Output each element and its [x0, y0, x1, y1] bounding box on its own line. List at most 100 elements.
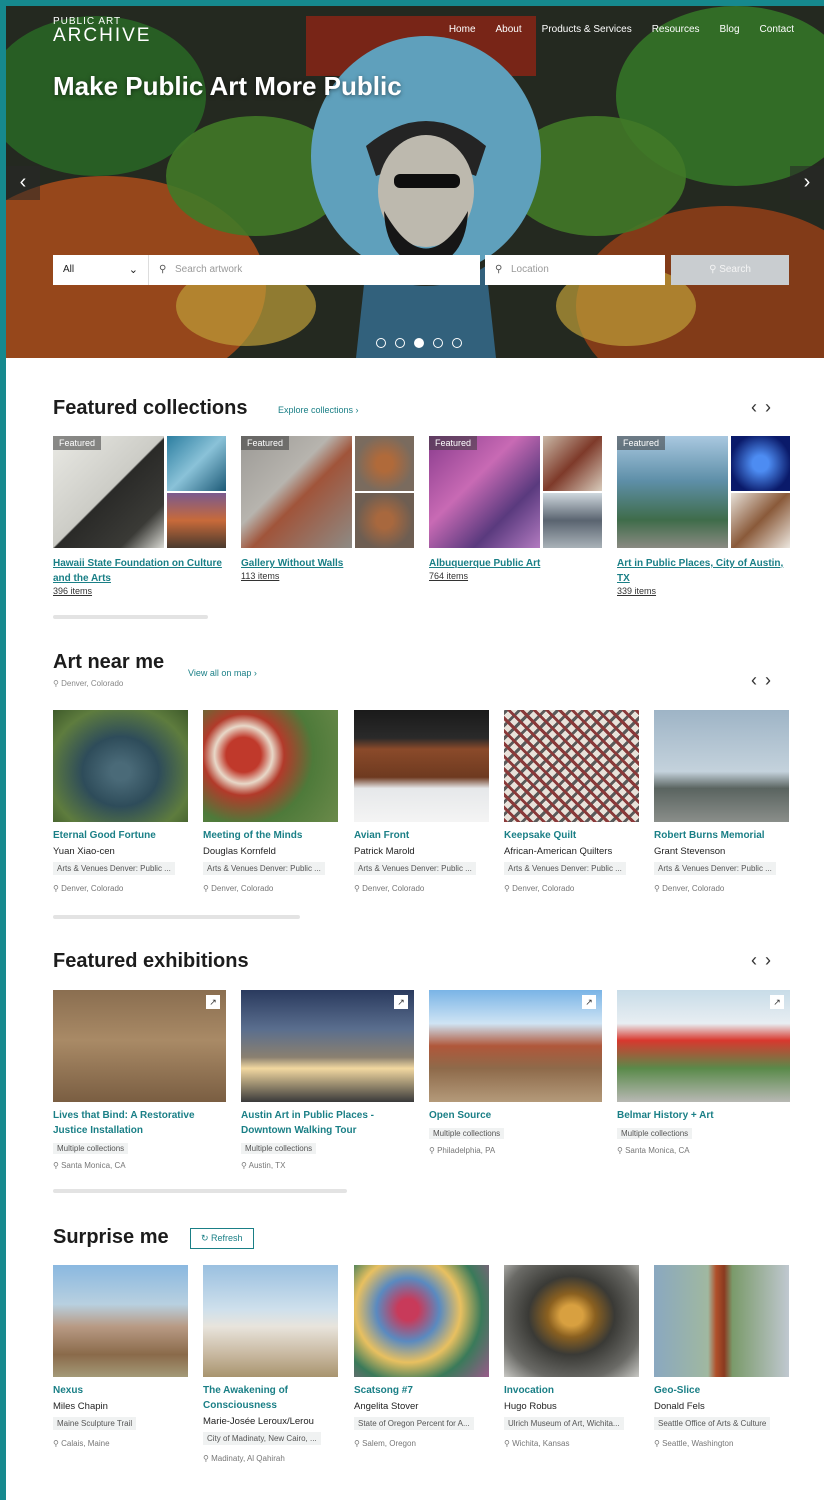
location-input[interactable]: ⚲ Location	[485, 255, 665, 285]
exhibition-card[interactable]: ↗ Austin Art in Public Places - Downtown…	[241, 990, 414, 1170]
exhibition-image: ↗	[429, 990, 602, 1102]
collection-chip[interactable]: State of Oregon Percent for A...	[354, 1417, 474, 1430]
chevron-right-icon[interactable]: ›	[765, 950, 779, 970]
collection-chip[interactable]: Arts & Venues Denver: Public ...	[504, 862, 626, 875]
artwork-title[interactable]: Meeting of the Minds	[203, 828, 338, 843]
artwork-image	[354, 710, 489, 822]
collection-count[interactable]: 113 items	[241, 571, 414, 581]
artwork-card[interactable]: Nexus Miles Chapin Maine Sculpture Trail…	[53, 1265, 188, 1448]
collection-chip[interactable]: Arts & Venues Denver: Public ...	[53, 862, 175, 875]
nav-home[interactable]: Home	[449, 24, 476, 35]
collection-chip[interactable]: Arts & Venues Denver: Public ...	[654, 862, 776, 875]
artwork-location: ⚲ Denver, Colorado	[504, 884, 575, 893]
collection-card[interactable]: Featured Albuquerque Public Art 764 item…	[429, 436, 602, 581]
artwork-title[interactable]: The Awakening of Consciousness	[203, 1383, 338, 1413]
collection-thumb	[167, 436, 226, 491]
chevron-left-icon[interactable]: ‹	[751, 950, 765, 970]
nav-contact[interactable]: Contact	[760, 24, 794, 35]
collection-chip[interactable]: Maine Sculpture Trail	[53, 1417, 137, 1430]
collection-name[interactable]: Albuquerque Public Art	[429, 556, 602, 571]
collection-count[interactable]: 396 items	[53, 586, 226, 596]
collections-scrollbar[interactable]	[53, 615, 208, 619]
search-icon: ⚲	[159, 264, 167, 275]
external-link-icon[interactable]: ↗	[206, 995, 220, 1009]
hero-prev-button[interactable]: ‹	[6, 166, 40, 200]
collection-card[interactable]: Featured Hawaii State Foundation on Cult…	[53, 436, 226, 596]
nav-about[interactable]: About	[496, 24, 522, 35]
artwork-location: ⚲ Calais, Maine	[53, 1439, 110, 1448]
collection-count[interactable]: 339 items	[617, 586, 790, 596]
exhibition-card[interactable]: ↗ Open Source Multiple collections ⚲ Phi…	[429, 990, 602, 1155]
chevron-right-icon[interactable]: ›	[765, 670, 779, 690]
artwork-title[interactable]: Avian Front	[354, 828, 489, 843]
artwork-card[interactable]: The Awakening of Consciousness Marie-Jos…	[203, 1265, 338, 1463]
collection-chip[interactable]: City of Madinaty, New Cairo, ...	[203, 1432, 321, 1445]
slide-dot-active[interactable]	[414, 338, 424, 348]
location-pin-icon: ⚲	[504, 884, 513, 893]
external-link-icon[interactable]: ↗	[582, 995, 596, 1009]
exhibitions-scrollbar[interactable]	[53, 1189, 347, 1193]
artwork-title[interactable]: Robert Burns Memorial	[654, 828, 789, 843]
chevron-left-icon[interactable]: ‹	[751, 397, 765, 417]
artwork-card[interactable]: Meeting of the Minds Douglas Kornfeld Ar…	[203, 710, 338, 893]
exhibition-card[interactable]: ↗ Lives that Bind: A Restorative Justice…	[53, 990, 226, 1170]
collection-thumb	[731, 493, 790, 548]
collection-card[interactable]: Featured Art in Public Places, City of A…	[617, 436, 790, 596]
collection-name[interactable]: Art in Public Places, City of Austin, TX	[617, 556, 790, 586]
external-link-icon[interactable]: ↗	[394, 995, 408, 1009]
exhibition-card[interactable]: ↗ Belmar History + Art Multiple collecti…	[617, 990, 790, 1155]
artwork-title[interactable]: Nexus	[53, 1383, 188, 1398]
exhibition-title[interactable]: Lives that Bind: A Restorative Justice I…	[53, 1108, 226, 1138]
artwork-card[interactable]: Geo-Slice Donald Fels Seattle Office of …	[654, 1265, 789, 1448]
artwork-image	[354, 1265, 489, 1377]
refresh-button[interactable]: ↻ Refresh	[190, 1228, 254, 1249]
featured-badge: Featured	[429, 436, 478, 450]
site-logo[interactable]: PUBLIC ART ARCHIVE	[53, 16, 151, 47]
explore-collections-link[interactable]: Explore collections ›	[278, 405, 359, 415]
slide-dot[interactable]	[395, 338, 405, 348]
artwork-title[interactable]: Eternal Good Fortune	[53, 828, 188, 843]
collection-name[interactable]: Hawaii State Foundation on Culture and t…	[53, 556, 226, 586]
nav-blog[interactable]: Blog	[720, 24, 740, 35]
exhibition-title[interactable]: Open Source	[429, 1108, 602, 1123]
exhibition-title[interactable]: Belmar History + Art	[617, 1108, 790, 1123]
collection-card[interactable]: Featured Gallery Without Walls 113 items	[241, 436, 414, 581]
artwork-card[interactable]: Robert Burns Memorial Grant Stevenson Ar…	[654, 710, 789, 893]
collection-name[interactable]: Gallery Without Walls	[241, 556, 414, 571]
artwork-card[interactable]: Keepsake Quilt African-American Quilters…	[504, 710, 639, 893]
chevron-right-icon[interactable]: ›	[765, 397, 779, 417]
search-button[interactable]: ⚲ Search	[671, 255, 789, 285]
collection-chip[interactable]: Arts & Venues Denver: Public ...	[203, 862, 325, 875]
nav-resources[interactable]: Resources	[652, 24, 700, 35]
view-all-on-map-link[interactable]: View all on map ›	[188, 668, 257, 678]
search-input[interactable]: ⚲ Search artwork	[149, 255, 480, 285]
location-pin-icon: ⚲	[53, 679, 62, 688]
collection-chip: Multiple collections	[241, 1143, 317, 1154]
near-me-scrollbar[interactable]	[53, 915, 300, 919]
artwork-title[interactable]: Geo-Slice	[654, 1383, 789, 1398]
collection-chip[interactable]: Seattle Office of Arts & Culture	[654, 1417, 771, 1430]
artwork-title[interactable]: Invocation	[504, 1383, 639, 1398]
artwork-title[interactable]: Keepsake Quilt	[504, 828, 639, 843]
artwork-card[interactable]: Eternal Good Fortune Yuan Xiao-cen Arts …	[53, 710, 188, 893]
slide-indicators	[376, 338, 462, 348]
collection-count[interactable]: 764 items	[429, 571, 602, 581]
external-link-icon[interactable]: ↗	[770, 995, 784, 1009]
chevron-left-icon[interactable]: ‹	[751, 670, 765, 690]
artwork-image	[504, 710, 639, 822]
slide-dot[interactable]	[452, 338, 462, 348]
artwork-card[interactable]: Invocation Hugo Robus Ulrich Museum of A…	[504, 1265, 639, 1448]
slide-dot[interactable]	[376, 338, 386, 348]
exhibition-title[interactable]: Austin Art in Public Places - Downtown W…	[241, 1108, 414, 1138]
artwork-card[interactable]: Scatsong #7 Angelita Stover State of Ore…	[354, 1265, 489, 1448]
nav-products-services[interactable]: Products & Services	[542, 24, 632, 35]
hero-next-button[interactable]: ›	[790, 166, 824, 200]
slide-dot[interactable]	[433, 338, 443, 348]
artwork-title[interactable]: Scatsong #7	[354, 1383, 489, 1398]
collection-chip[interactable]: Arts & Venues Denver: Public ...	[354, 862, 476, 875]
artwork-artist: Yuan Xiao-cen	[53, 846, 115, 857]
category-select[interactable]: All ⌄	[53, 255, 149, 285]
collection-chip[interactable]: Ulrich Museum of Art, Wichita...	[504, 1417, 624, 1430]
artwork-card[interactable]: Avian Front Patrick Marold Arts & Venues…	[354, 710, 489, 893]
collection-thumb	[355, 493, 414, 548]
